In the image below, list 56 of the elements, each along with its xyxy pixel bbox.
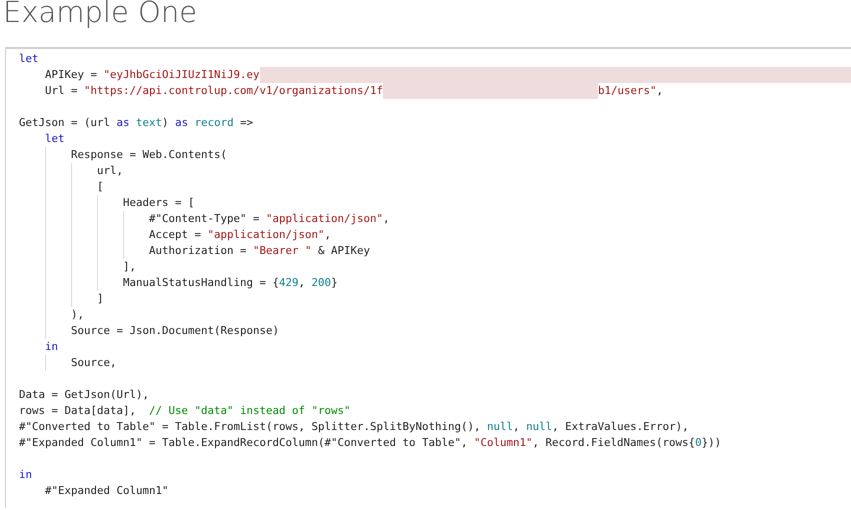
code-text: => — [239, 115, 254, 131]
code-keyword: in — [45, 339, 58, 355]
code-string: b1/users" — [598, 83, 657, 99]
code-string: "application/json" — [266, 211, 384, 227]
code-text: #"Expanded Column1" = Table.ExpandRecordColumn(#"Converted to Table", — [19, 435, 469, 451]
code-text: [ — [97, 179, 104, 195]
code-text: ], — [123, 259, 136, 275]
code-keyword: let — [19, 51, 39, 67]
code-number: 200 — [312, 275, 332, 291]
code-text: , — [656, 83, 664, 99]
code-text: Url = — [45, 83, 79, 99]
code-keyword: let — [45, 131, 65, 147]
code-text: Source = Json.Document(Response) — [71, 323, 280, 339]
code-text: , ExtraValues.Error), — [552, 419, 689, 435]
page-title: Example One — [2, 0, 198, 29]
code-text: ManualStatusHandling = { — [123, 275, 280, 291]
code-text: #"Expanded Column1" — [45, 483, 169, 499]
code-text: Authorization = — [149, 243, 248, 259]
code-text: ), — [71, 307, 84, 323]
code-text: Data = GetJson(Url), — [19, 387, 150, 403]
code-string: "Column1" — [474, 435, 533, 451]
code-text: #"Converted to Table" = Table.FromList(rows, Splitter.SplitByNothing(), — [19, 419, 482, 435]
code-text: , Record.FieldNames(rows{ — [532, 435, 696, 451]
code-string: "application/json" — [208, 227, 325, 243]
code-comment: // Use "data" instead of "rows" — [149, 403, 351, 419]
code-type: null — [487, 419, 514, 435]
code-text: })) — [702, 435, 722, 451]
code-text: , — [513, 419, 521, 435]
code-text: ) — [162, 115, 170, 131]
code-text: #"Content-Type" = — [149, 211, 261, 227]
code-text: Headers = [ — [123, 195, 195, 211]
code-type: record — [194, 115, 234, 131]
code-text: Accept = — [149, 227, 202, 243]
code-text: ] — [97, 291, 104, 307]
code-text: , — [324, 227, 332, 243]
code-editor[interactable] — [5, 47, 851, 508]
code-text: Response = Web.Contents( — [71, 147, 228, 163]
code-keyword: as — [116, 115, 130, 131]
code-type: null — [526, 419, 552, 435]
code-string: "eyJhbGciOiJIUzI1NiJ9.ey — [104, 67, 260, 83]
code-number: 0 — [695, 435, 702, 451]
code-text: } — [331, 275, 338, 291]
code-text: & APIKey — [317, 243, 370, 259]
code-text: GetJson = (url — [19, 115, 112, 131]
code-keyword: as — [175, 115, 188, 131]
code-text: , — [383, 211, 390, 227]
code-text: rows = Data[data], — [19, 403, 138, 419]
code-text: APIKey = — [45, 67, 98, 83]
code-text: Source, — [71, 355, 117, 371]
code-text: , — [298, 275, 306, 291]
code-text: url, — [97, 163, 124, 179]
code-type: text — [135, 115, 162, 131]
code-number: 429 — [279, 275, 299, 291]
code-keyword: in — [19, 467, 32, 483]
code-string: "https://api.controlup.com/v1/organizations/1f — [84, 83, 384, 99]
code-string: "Bearer " — [253, 243, 312, 259]
